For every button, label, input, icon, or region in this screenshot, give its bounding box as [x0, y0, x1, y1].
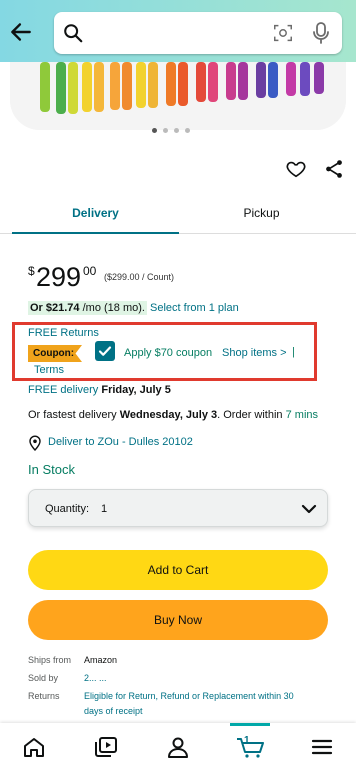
returns-label: Returns	[28, 691, 60, 701]
free-returns-link[interactable]: FREE Returns	[28, 327, 99, 339]
active-tab-indicator	[230, 723, 270, 726]
bottom-navigation: 1	[0, 723, 356, 768]
camera-icon[interactable]	[272, 22, 294, 44]
search-icon	[64, 24, 83, 43]
delivery-tabs: Delivery Pickup	[0, 196, 356, 234]
free-delivery: FREE delivery Friday, July 5	[28, 384, 171, 396]
heart-icon[interactable]	[285, 158, 307, 180]
plan-amount-highlight: Or $21.74 /mo (18 mo).	[28, 301, 147, 315]
plan-term: /mo (18 mo).	[82, 302, 145, 314]
location-pin-icon	[29, 435, 41, 451]
cart-count-badge: 1	[244, 735, 250, 746]
share-icon[interactable]	[323, 158, 345, 180]
product-image[interactable]	[10, 62, 346, 130]
order-within: . Order within	[217, 409, 283, 421]
tab-delivery[interactable]: Delivery	[12, 196, 179, 234]
ships-from-value: Amazon	[84, 655, 118, 665]
ships-from-label: Ships from	[28, 655, 72, 665]
cart-icon[interactable]	[236, 736, 266, 758]
apply-coupon-label[interactable]: Apply $70 coupon	[124, 347, 212, 359]
search-input[interactable]	[90, 20, 260, 46]
home-icon[interactable]	[22, 736, 46, 758]
price-whole: 299	[36, 262, 82, 292]
returns-policy-link[interactable]: Eligible for Return, Refund or Replaceme…	[84, 691, 294, 701]
free-delivery-date: Friday, July 5	[101, 384, 171, 396]
add-to-cart-button[interactable]: Add to Cart	[28, 550, 328, 590]
free-delivery-link[interactable]: FREE delivery	[28, 384, 98, 396]
select-plan-link[interactable]: Select from 1 plan	[150, 302, 239, 314]
unit-price: ($299.00 / Count)	[104, 272, 175, 282]
shop-items-link[interactable]: Shop items >	[222, 347, 287, 359]
fastest-delivery: Or fastest delivery Wednesday, July 3. O…	[28, 409, 318, 421]
menu-icon[interactable]	[310, 736, 334, 758]
price-fraction: 00	[83, 264, 97, 278]
chevron-down-icon	[301, 504, 317, 514]
plan-amount: Or $21.74	[30, 302, 80, 314]
tab-pickup[interactable]: Pickup	[179, 196, 344, 234]
stock-status: In Stock	[28, 462, 75, 477]
header-bar	[0, 0, 356, 62]
coupon-checkbox[interactable]	[95, 341, 115, 361]
image-pager[interactable]	[152, 128, 190, 133]
returns-policy-link-cont[interactable]: days of receipt	[84, 706, 143, 716]
fastest-date: Wednesday, July 3	[119, 409, 218, 421]
sold-by-link[interactable]: 2... ...	[84, 673, 107, 683]
microphone-icon[interactable]	[311, 21, 331, 45]
coupon-badge: Coupon:	[28, 345, 82, 362]
quantity-label: Quantity:	[45, 503, 90, 515]
deliver-to-text[interactable]: Deliver to ZOu - Dulles 20102	[48, 436, 193, 448]
search-bar[interactable]	[54, 12, 342, 54]
separator: |	[292, 346, 295, 358]
buy-now-button[interactable]: Buy Now	[28, 600, 328, 640]
checkmark-icon	[98, 346, 112, 356]
time-left: 7 mins	[285, 409, 319, 421]
back-arrow-icon[interactable]	[8, 19, 34, 45]
fastest-prefix: Or fastest delivery	[28, 409, 117, 421]
monthly-plan: Or $21.74 /mo (18 mo). Select from 1 pla…	[28, 301, 239, 315]
terms-link[interactable]: Terms	[34, 364, 64, 376]
account-icon[interactable]	[166, 736, 190, 758]
quantity-value: 1	[101, 503, 108, 515]
sold-by-label: Sold by	[28, 673, 59, 683]
price-currency: $	[28, 264, 35, 278]
quantity-dropdown[interactable]: Quantity: 1	[28, 489, 328, 527]
video-icon[interactable]	[94, 736, 118, 758]
